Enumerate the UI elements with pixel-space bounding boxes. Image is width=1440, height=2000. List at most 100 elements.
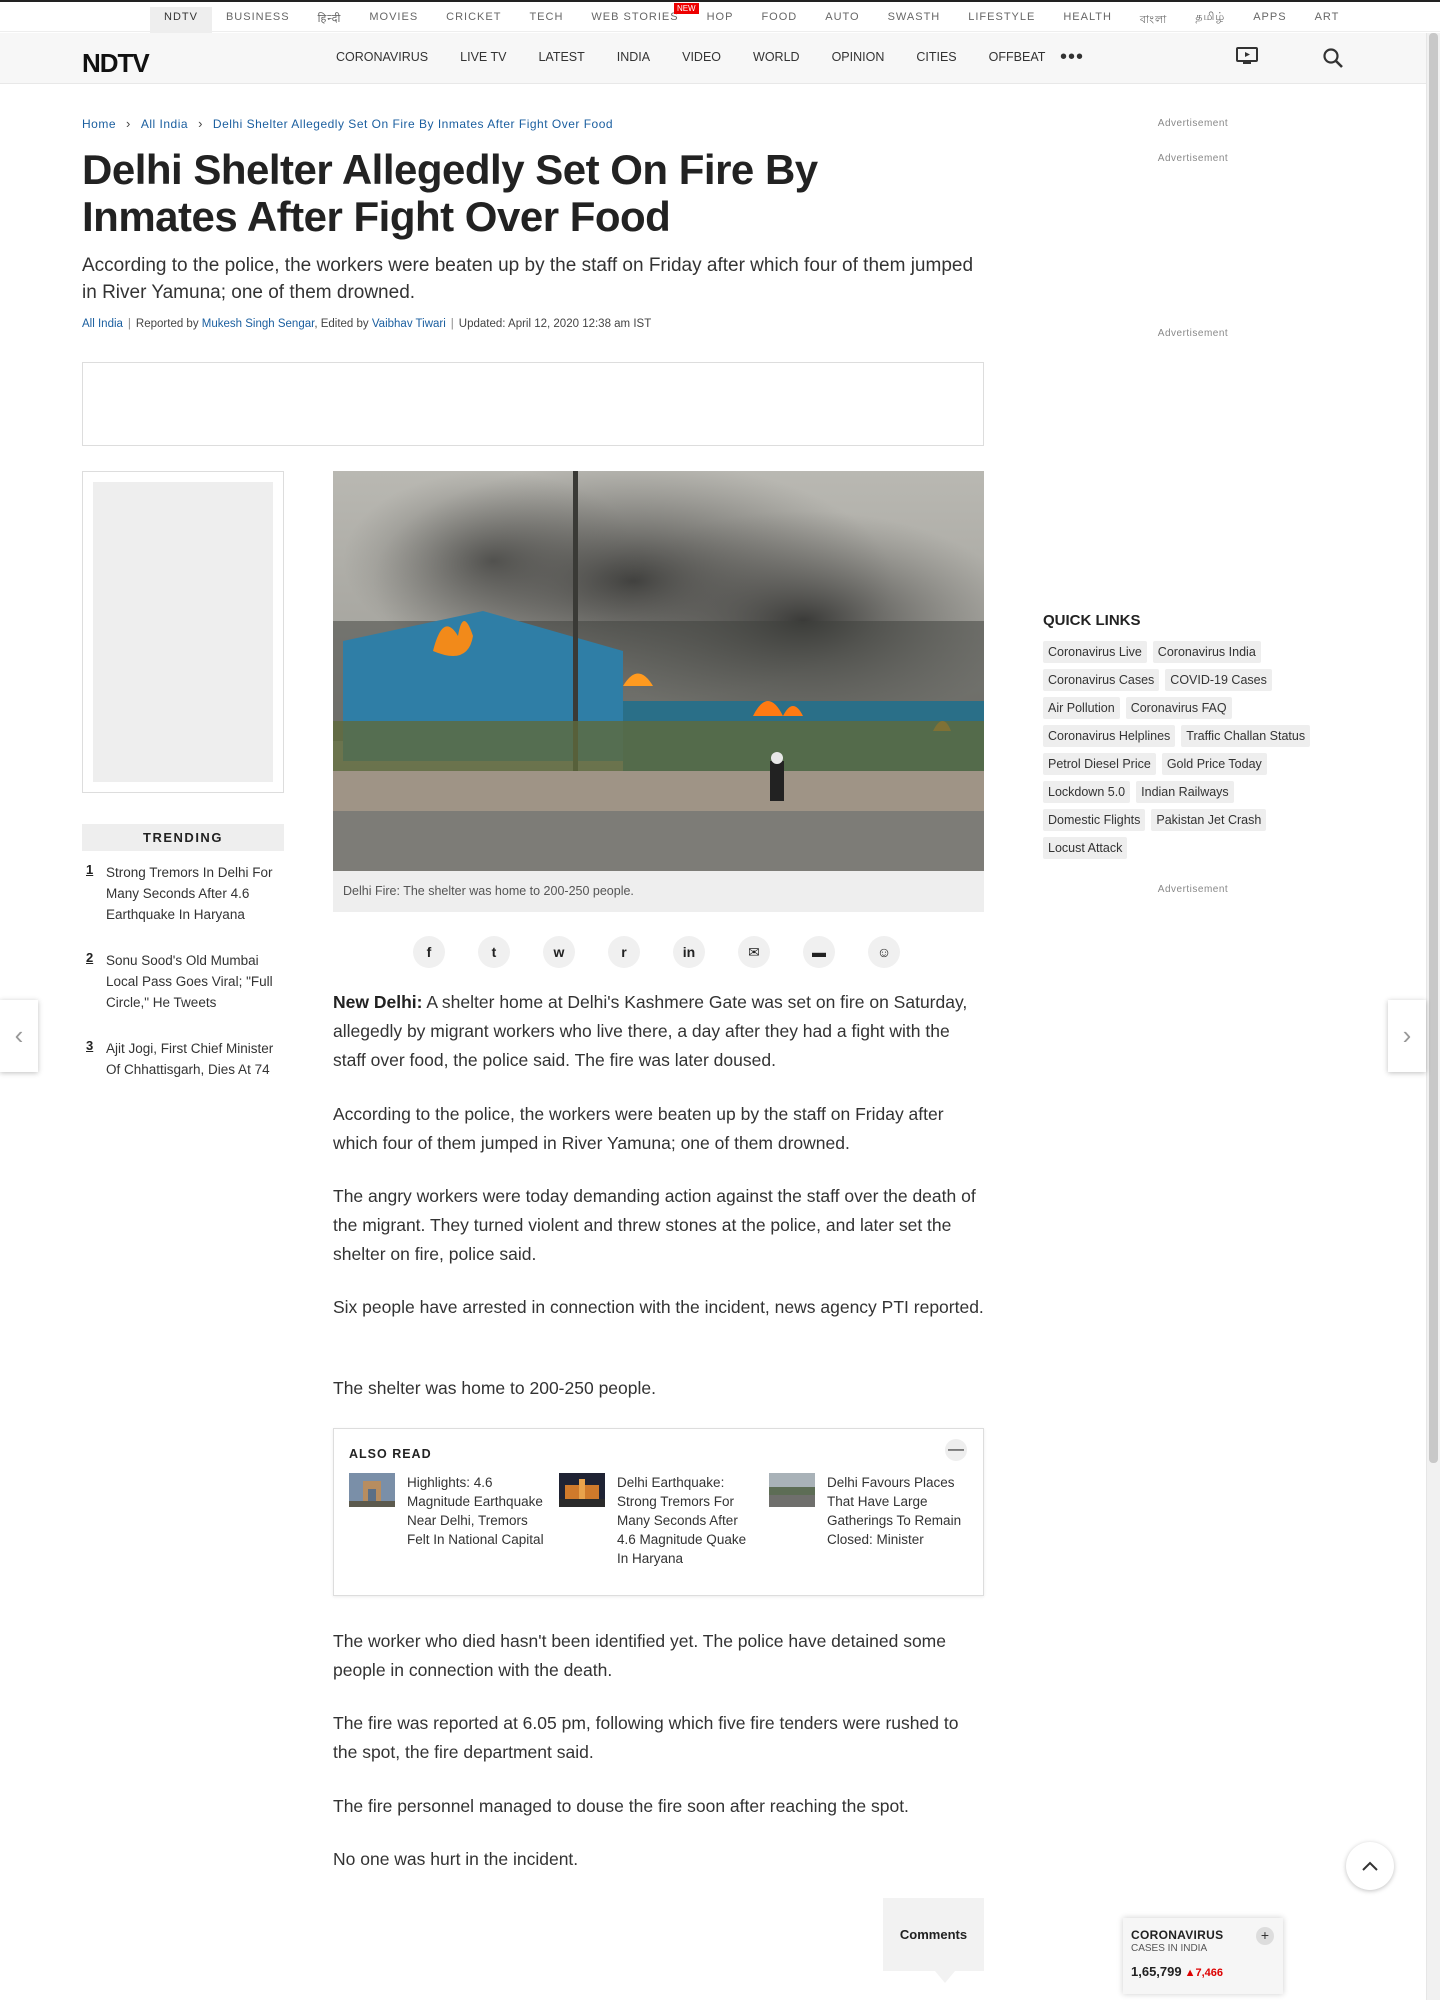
editor-link[interactable]: Vaibhav Tiwari [372,318,446,330]
article-paragraph: The worker who died hasn't been identifi… [333,1631,946,1680]
ndtv-logo[interactable]: NDTV [82,48,150,79]
quick-link-tag[interactable]: Gold Price Today [1161,753,1267,775]
case-count-value: 1,65,799 [1131,1964,1182,1979]
article-paragraph: New Delhi: A shelter home at Delhi's Kas… [333,988,984,1075]
email-icon[interactable]: ✉ [738,936,770,968]
linkedin-icon[interactable]: in [673,936,705,968]
network-nav-item[interactable]: HEALTH [1049,7,1126,34]
trending-item[interactable]: 3 Ajit Jogi, First Chief Minister Of Chha… [82,1038,284,1080]
quick-link-tag[interactable]: Petrol Diesel Price [1043,753,1156,775]
quick-link-tag[interactable]: Coronavirus India [1152,641,1261,663]
quick-link-tag[interactable]: Coronavirus FAQ [1125,697,1232,719]
network-nav-list: NDTV BUSINESS हिन्दी MOVIES CRICKET TECH WEB S… [150,3,1354,34]
network-nav-item[interactable]: FOOD [747,7,811,34]
quick-link-tag[interactable]: Indian Railways [1136,781,1234,803]
quick-link-tag[interactable]: Coronavirus Helplines [1043,725,1176,747]
trending-headline: Strong Tremors In Delhi For Many Seconds… [106,865,273,922]
network-nav-item[interactable]: हिन्दी [304,7,356,34]
network-nav-item[interactable]: NDTV [150,7,212,34]
covid-widget[interactable]: CORONAVIRUS CASES IN INDIA 1,65,799 ▲7,46… [1123,1918,1283,1994]
search-icon[interactable] [1322,47,1344,69]
main-header: NDTV CORONAVIRUS LIVE TV LATEST INDIA VIDEO W… [0,33,1426,84]
breadcrumb-item[interactable]: Delhi Shelter Allegedly Set On Fire By I… [213,117,613,131]
main-nav-item[interactable]: INDIA [617,50,650,64]
network-nav-item[interactable]: CRICKET [432,7,515,34]
network-nav-item[interactable]: বাংলা [1126,7,1181,34]
also-read-item[interactable]: Delhi Earthquake: Strong Tremors For Man… [559,1473,759,1568]
main-nav-item[interactable]: OFFBEAT [989,50,1046,64]
network-nav-item[interactable]: SWASTH [874,7,955,34]
main-nav-item[interactable]: LIVE TV [460,50,506,64]
trending-item[interactable]: 2 Sonu Sood's Old Mumbai Local Pass Goes … [82,950,284,1013]
trending-headline: Sonu Sood's Old Mumbai Local Pass Goes V… [106,953,273,1010]
previous-story-arrow[interactable]: ‹ [0,1000,38,1072]
breadcrumb-item[interactable]: Home [82,117,116,131]
comments-button[interactable]: Comments [883,1898,984,1983]
trending-headline: Ajit Jogi, First Chief Minister Of Chhat… [106,1041,274,1077]
network-nav-label: हिन्दी [317,13,342,25]
also-read-item[interactable]: Delhi Favours Places That Have Large Gat… [769,1473,969,1549]
main-nav-item[interactable]: CORONAVIRUS [336,50,428,64]
also-read-item[interactable]: Highlights: 4.6 Magnitude Earthquake Nea… [349,1473,549,1549]
article-paragraph: The fire personnel managed to douse the … [333,1796,909,1816]
network-nav-item[interactable]: BUSINESS [212,7,304,34]
network-nav-item[interactable]: AUTO [811,7,873,34]
category-link[interactable]: All India [82,318,123,330]
network-nav-item[interactable]: ART [1301,7,1354,34]
main-nav-item[interactable]: WORLD [753,50,800,64]
more-menu-button[interactable]: ••• [1060,46,1084,69]
network-nav-item[interactable]: தமிழ் [1181,7,1239,34]
quick-link-tag[interactable]: Air Pollution [1043,697,1120,719]
network-nav-item[interactable]: TECH [515,7,577,34]
quick-link-tag[interactable]: Pakistan Jet Crash [1151,809,1267,831]
breadcrumb-item[interactable]: All India [141,117,188,131]
reddit-icon[interactable]: r [608,936,640,968]
tv-icon[interactable] [1236,47,1258,65]
scrollbar-thumb[interactable] [1429,33,1438,1463]
also-read-text: Delhi Earthquake: Strong Tremors For Man… [617,1475,747,1566]
network-nav-item[interactable]: MOVIES [355,7,432,34]
main-nav-item[interactable]: OPINION [832,50,885,64]
quick-link-tag[interactable]: Traffic Challan Status [1181,725,1311,747]
quick-link-tag[interactable]: Domestic Flights [1043,809,1146,831]
page-scrollbar[interactable] [1426,33,1440,2000]
next-story-arrow[interactable]: › [1388,1000,1426,1072]
quick-link-tag[interactable]: Locust Attack [1043,837,1128,859]
comment-icon[interactable]: ▬ [803,936,835,968]
paragraph-text: A shelter home at Delhi's Kashmere Gate … [333,992,968,1070]
network-nav-item[interactable]: HOP [693,7,748,34]
snapchat-icon[interactable]: ☺ [868,936,900,968]
quick-link-tag[interactable]: Coronavirus Cases [1043,669,1160,691]
collapse-button[interactable]: — [945,1439,967,1461]
quick-links-row: Coronavirus Cases COVID-19 Cases [1043,669,1278,691]
network-nav-item[interactable]: WEB STORIES NEW [577,3,699,34]
network-nav-label: LIFESTYLE [968,11,1036,23]
hero-image[interactable] [333,471,984,871]
chevron-up-icon [1362,1861,1378,1871]
ad-label: Advertisement [1157,884,1229,895]
expand-button[interactable]: + [1256,1927,1274,1945]
whatsapp-icon[interactable]: w [543,936,575,968]
ad-label: Advertisement [1157,153,1229,164]
trending-rank: 1 [86,862,94,877]
network-nav-item[interactable]: LIFESTYLE [954,7,1049,34]
main-nav-item[interactable]: LATEST [538,50,584,64]
article-title: Delhi Shelter Allegedly Set On Fire By I… [82,146,818,240]
trending-item[interactable]: 1 Strong Tremors In Delhi For Many Second… [82,862,284,925]
also-read-box: ALSO READ — Highlights: 4.6 Magnitude Ea… [333,1428,984,1596]
twitter-icon[interactable]: t [478,936,510,968]
article-paragraph: According to the police, the workers wer… [333,1104,944,1153]
facebook-icon[interactable]: f [413,936,445,968]
edited-prefix: , Edited by [314,318,372,330]
reporter-link[interactable]: Mukesh Singh Sengar [202,318,315,330]
network-nav-item[interactable]: APPS [1239,7,1300,34]
quick-link-tag[interactable]: Coronavirus Live [1043,641,1147,663]
main-nav-item[interactable]: VIDEO [682,50,721,64]
quick-link-tag[interactable]: COVID-19 Cases [1165,669,1272,691]
main-nav-item[interactable]: CITIES [916,50,956,64]
also-read-heading: ALSO READ [349,1447,432,1461]
also-read-text: Highlights: 4.6 Magnitude Earthquake Nea… [407,1475,544,1547]
back-to-top-button[interactable] [1346,1842,1394,1890]
quick-link-tag[interactable]: Lockdown 5.0 [1043,781,1131,803]
fire-photo [333,471,984,871]
